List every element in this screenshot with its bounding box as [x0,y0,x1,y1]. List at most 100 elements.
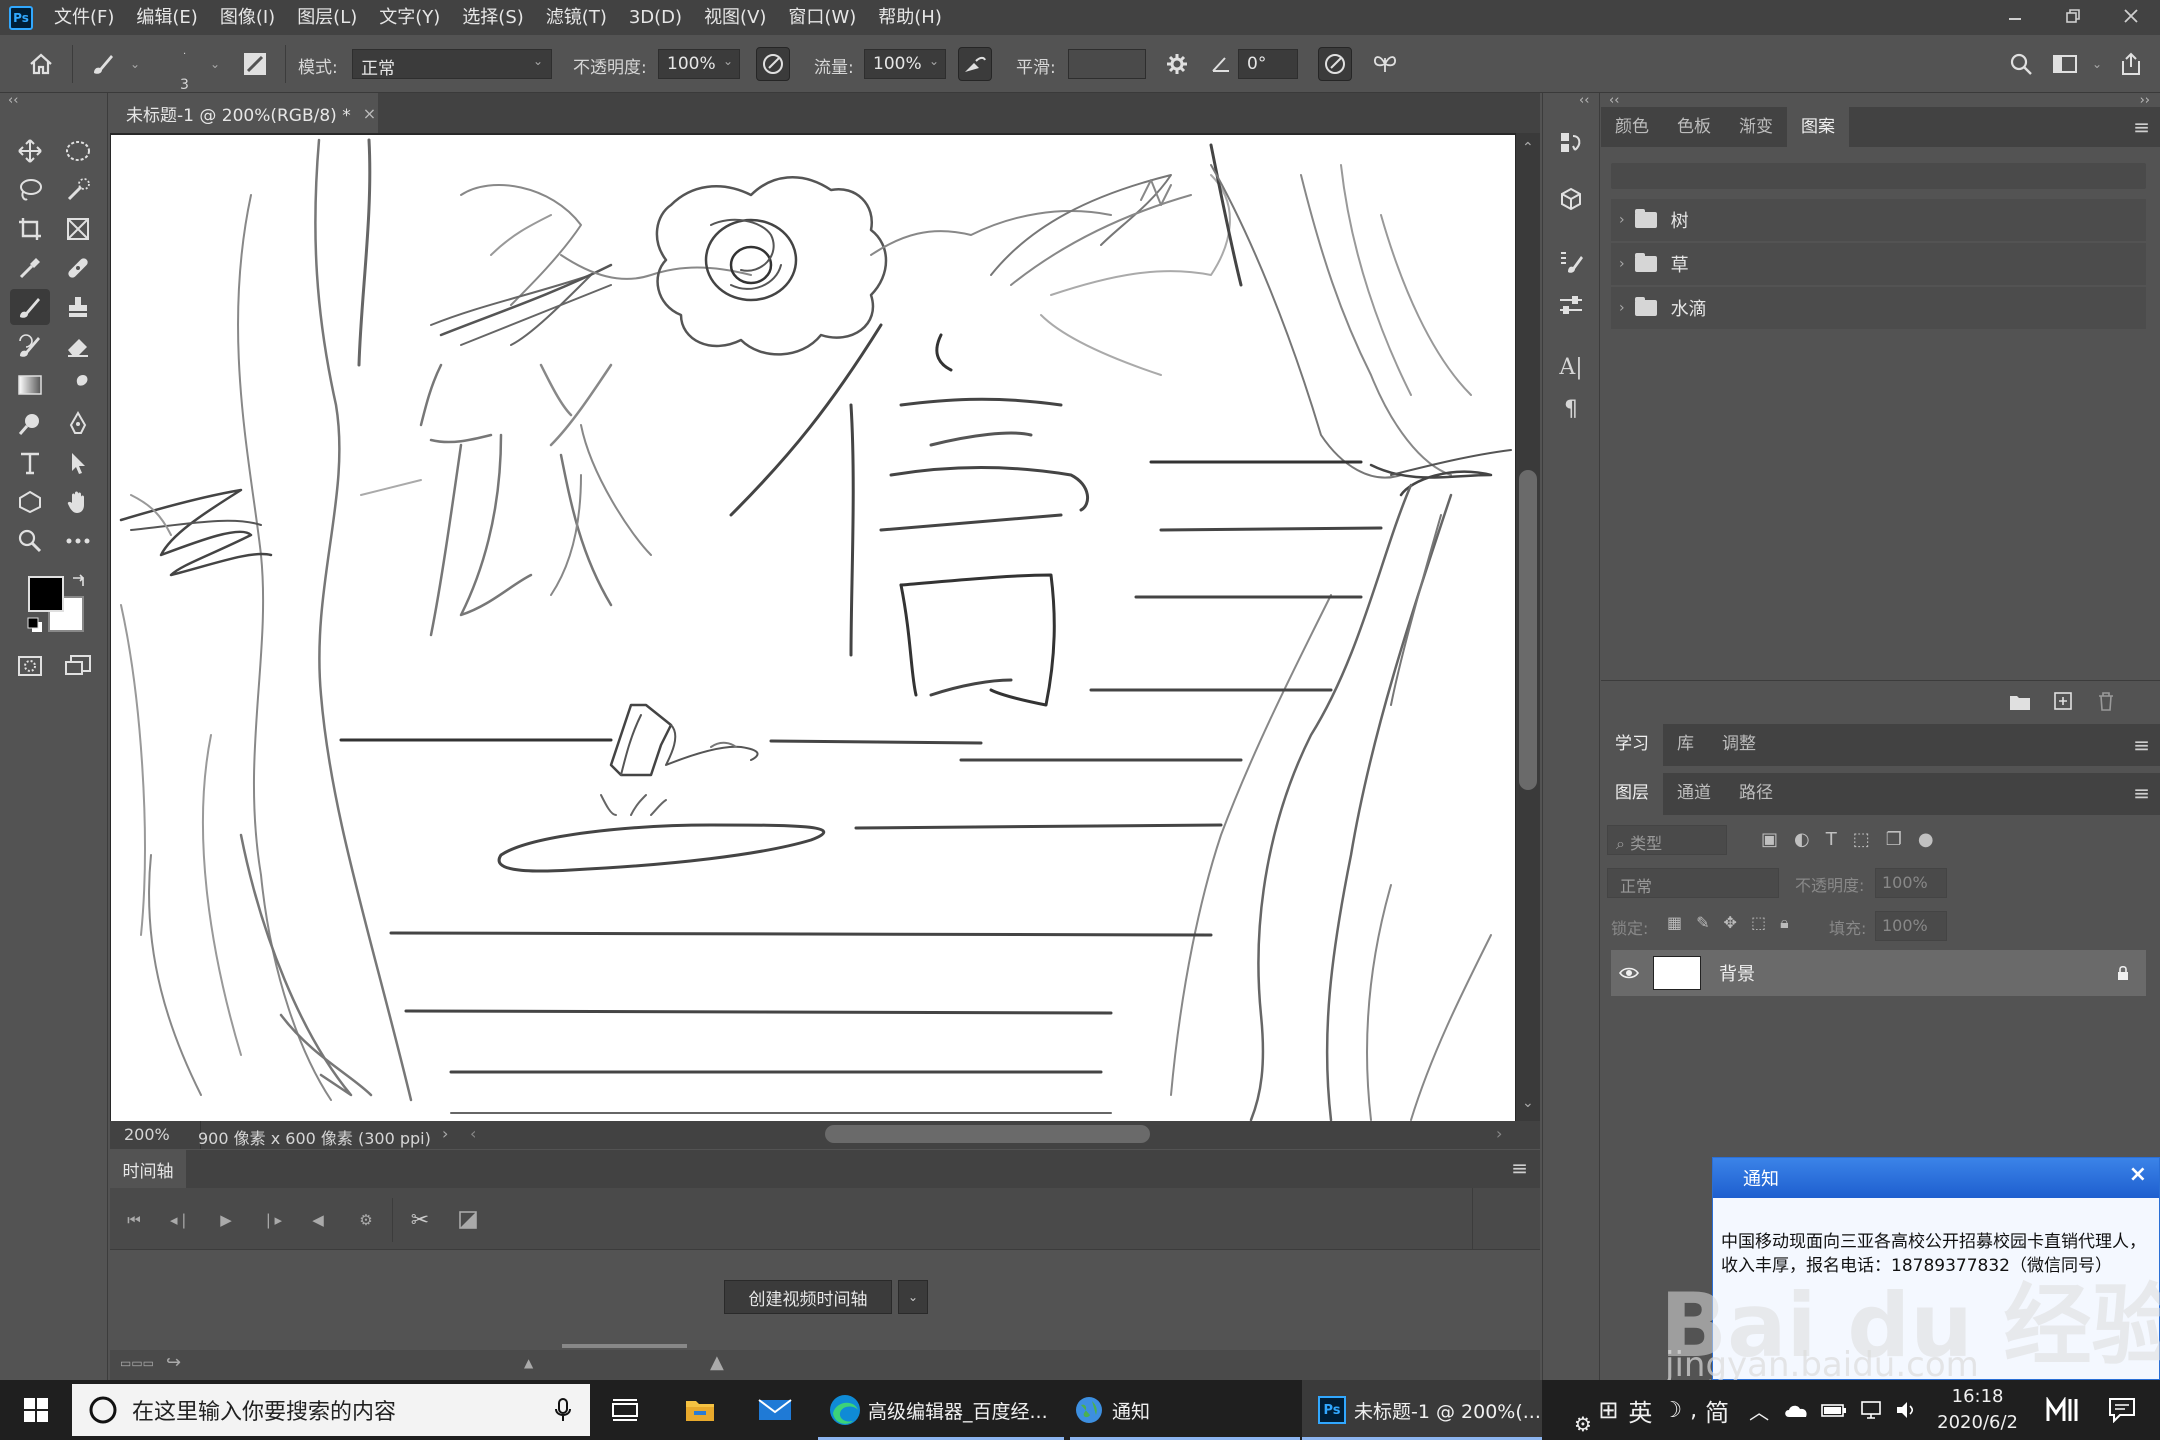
ime-half-width-icon[interactable]: ☽ [1662,1398,1682,1423]
healing-brush-tool-icon[interactable] [58,250,98,286]
path-select-tool-icon[interactable] [58,445,98,481]
flow-input[interactable]: 100% ⌄ [864,49,946,79]
screen-mode-icon[interactable] [58,648,98,684]
hand-tool-icon[interactable] [58,484,98,520]
eyedropper-tool-icon[interactable] [10,250,50,286]
menu-edit[interactable]: 编辑(E) [125,0,208,35]
tab-libraries[interactable]: 库 [1663,724,1708,766]
first-frame-icon[interactable]: ⏮ [122,1208,146,1232]
chevron-down-icon[interactable]: ⌄ [898,1280,928,1314]
new-group-folder-icon[interactable] [2009,693,2031,711]
close-notification-icon[interactable]: × [2129,1162,2147,1187]
new-pattern-icon[interactable] [2053,691,2073,711]
file-explorer-icon[interactable] [670,1380,730,1440]
collapse-icon[interactable]: ‹‹ [8,93,18,108]
gradient-tool-icon[interactable] [10,367,50,403]
chevron-up-icon[interactable]: ︿ [1749,1396,1769,1425]
tab-channels[interactable]: 通道 [1663,773,1725,815]
menu-help[interactable]: 帮助(H) [867,0,953,35]
brush-preset-icon[interactable] [86,47,120,81]
clock[interactable]: 16:18 2020/6/2 [1937,1384,2018,1436]
scroll-down-icon[interactable]: ⌄ [1522,1095,1534,1111]
prev-frame-icon[interactable]: ◂❘ [168,1208,192,1232]
chevron-down-icon[interactable]: ⌄ [2092,57,2102,71]
type-filter-icon[interactable]: T [1826,829,1837,850]
pattern-group-tree[interactable]: › 树 [1611,199,2146,241]
paragraph-icon[interactable]: ¶ [1551,391,1591,427]
gear-icon[interactable]: ⚙ [354,1208,378,1232]
pattern-group-waterdrop[interactable]: › 水滴 [1611,287,2146,329]
tab-gradients[interactable]: 渐变 [1725,107,1787,147]
play-icon[interactable]: ▶ [214,1208,238,1232]
audio-icon[interactable]: ◀ [306,1208,330,1232]
pressure-size-icon[interactable] [1318,47,1352,81]
scroll-up-icon[interactable]: ⌃ [1522,140,1534,156]
pen-tool-icon[interactable] [58,406,98,442]
more-tools-icon[interactable] [58,523,98,559]
menu-window[interactable]: 窗口(W) [777,0,867,35]
document-tab[interactable]: 未标题-1 @ 200%(RGB/8) * × [110,93,378,133]
task-view-icon[interactable] [598,1380,652,1440]
marquee-tool-icon[interactable] [58,133,98,169]
volume-icon[interactable] [1895,1400,1919,1420]
brush-tool-icon[interactable] [10,289,50,325]
scroll-right-icon[interactable]: › [1496,1124,1502,1143]
close-window-button[interactable] [2102,0,2160,32]
ime-settings-gear-icon[interactable]: ⚙ [1574,1412,1592,1436]
collapse-left-icon[interactable]: ‹‹ [1609,93,1619,108]
menu-file[interactable]: 文件(F) [43,0,125,35]
taskbar-search-box[interactable]: 在这里输入你要搜索的内容 [72,1384,590,1436]
zoom-out-icon[interactable]: ▲ [524,1356,533,1370]
frame-mode-icon[interactable]: ▭▭▭ [120,1356,154,1370]
mode-select[interactable]: 正常 ⌄ [352,49,552,79]
quick-mask-icon[interactable] [10,648,50,684]
next-frame-icon[interactable]: ❘▸ [260,1208,284,1232]
collapse-right-icon[interactable]: ›› [2140,93,2150,108]
visibility-eye-icon[interactable] [1619,966,1643,980]
mail-icon[interactable] [745,1380,805,1440]
chevron-right-icon[interactable]: › [1619,300,1625,316]
network-icon[interactable] [1859,1400,1883,1420]
filter-toggle-icon[interactable]: ● [1918,829,1934,850]
smoothing-input[interactable] [1068,49,1146,79]
eraser-tool-icon[interactable] [58,328,98,364]
tab-learn[interactable]: 学习 [1601,724,1663,766]
menu-layer[interactable]: 图层(L) [286,0,368,35]
chevron-right-icon[interactable]: › [1619,256,1625,272]
lock-all-icon[interactable]: 🔒︎ [1780,913,1789,933]
adjustment-filter-icon[interactable]: ◐ [1794,829,1810,850]
tab-layers[interactable]: 图层 [1601,773,1663,815]
battery-icon[interactable] [1821,1402,1847,1418]
quick-select-tool-icon[interactable] [58,172,98,208]
history-brush-tool-icon[interactable] [10,328,50,364]
transition-icon[interactable] [456,1208,480,1232]
collapse-icon[interactable]: ‹‹ [1579,93,1589,108]
app-m-logo-icon[interactable] [2046,1397,2078,1423]
chevron-down-icon[interactable]: ⌄ [130,57,140,71]
angle-input[interactable]: 0° [1238,49,1298,79]
lock-position-icon[interactable]: ✥ [1724,913,1737,933]
onedrive-cloud-icon[interactable] [1783,1402,1809,1418]
zoom-in-icon[interactable]: ▲ [710,1352,724,1373]
action-center-icon[interactable] [2108,1397,2136,1423]
smudge-tool-icon[interactable] [58,367,98,403]
adjustments-sliders-icon[interactable] [1551,287,1591,323]
share-icon[interactable] [2114,47,2148,81]
tab-patterns[interactable]: 图案 [1787,107,1849,147]
zoom-slider[interactable] [562,1344,687,1348]
lasso-tool-icon[interactable] [10,172,50,208]
ime-grid-icon[interactable]: ⊞ [1598,1396,1618,1424]
pattern-group-grass[interactable]: › 草 [1611,243,2146,285]
type-tool-icon[interactable] [10,445,50,481]
panel-menu-icon[interactable]: ≡ [1511,1156,1528,1180]
menu-filter[interactable]: 滤镜(T) [535,0,618,35]
create-video-timeline-button[interactable]: 创建视频时间轴 [724,1280,892,1314]
menu-image[interactable]: 图像(I) [209,0,286,35]
home-icon[interactable] [24,47,58,81]
brush-panel-toggle-icon[interactable] [238,47,272,81]
chevron-right-icon[interactable]: › [442,1124,448,1143]
minimize-button[interactable] [1986,0,2044,32]
blend-mode-select[interactable]: 正常 [1607,868,1779,898]
menu-view[interactable]: 视图(V) [693,0,777,35]
crop-tool-icon[interactable] [10,211,50,247]
